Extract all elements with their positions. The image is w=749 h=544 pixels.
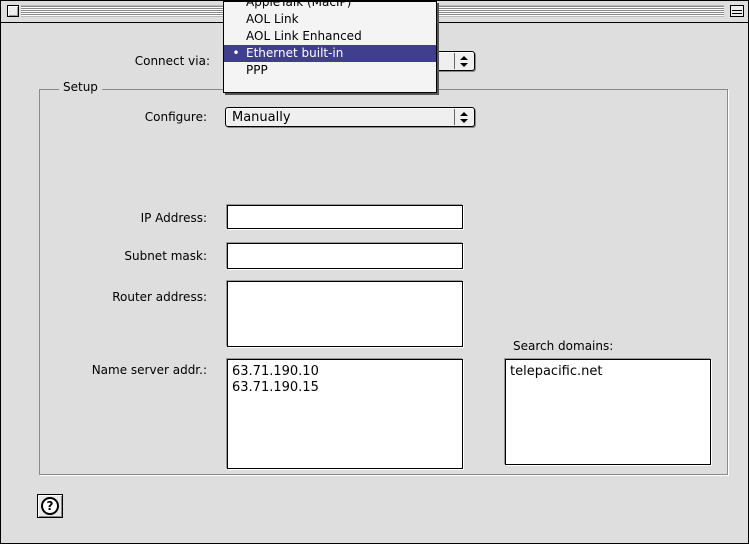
menu-item-appletalk[interactable]: AppleTalk (MacIP) (224, 2, 436, 11)
subnet-mask-field[interactable] (227, 243, 463, 269)
menu-item-ppp[interactable]: PPP (224, 62, 436, 79)
help-icon: ? (41, 497, 59, 515)
subnet-mask-label: Subnet mask: (124, 249, 207, 263)
connect-via-label: Connect via: (134, 54, 210, 68)
popup-arrows-icon (454, 53, 472, 69)
menu-item-aol-link[interactable]: AOL Link (224, 11, 436, 28)
configure-value: Manually (232, 110, 291, 125)
menu-item-aol-link-enhanced[interactable]: AOL Link Enhanced (224, 28, 436, 45)
name-server-field[interactable]: 63.71.190.10 63.71.190.15 (227, 359, 463, 469)
ip-address-field[interactable] (227, 205, 463, 229)
ip-address-label: IP Address: (140, 211, 207, 225)
search-domains-label: Search domains: (513, 339, 614, 353)
menu-item-ethernet-built-in[interactable]: • Ethernet built-in (224, 45, 436, 62)
tcpip-window: Connect via: Setup Configure: Manually I… (0, 0, 749, 544)
configure-label: Configure: (144, 110, 207, 124)
router-address-label: Router address: (112, 290, 207, 304)
connect-via-menu: AppleTalk (MacIP) AOL Link AOL Link Enha… (223, 1, 437, 93)
name-server-label: Name server addr.: (91, 363, 207, 377)
setup-group-title: Setup (59, 80, 102, 94)
name-server-line: 63.71.190.15 (232, 380, 319, 395)
selected-bullet-icon: • (232, 46, 240, 60)
close-box[interactable] (7, 5, 19, 17)
name-server-line: 63.71.190.10 (232, 364, 319, 379)
search-domains-field[interactable]: telepacific.net (505, 359, 711, 465)
popup-arrows-icon (454, 109, 472, 125)
configure-popup[interactable]: Manually (225, 107, 475, 127)
help-button[interactable]: ? (37, 494, 63, 518)
search-domain-line: telepacific.net (510, 364, 603, 379)
router-address-field[interactable] (227, 281, 463, 347)
collapse-box[interactable] (730, 5, 744, 17)
menu-item-label: Ethernet built-in (246, 46, 344, 60)
